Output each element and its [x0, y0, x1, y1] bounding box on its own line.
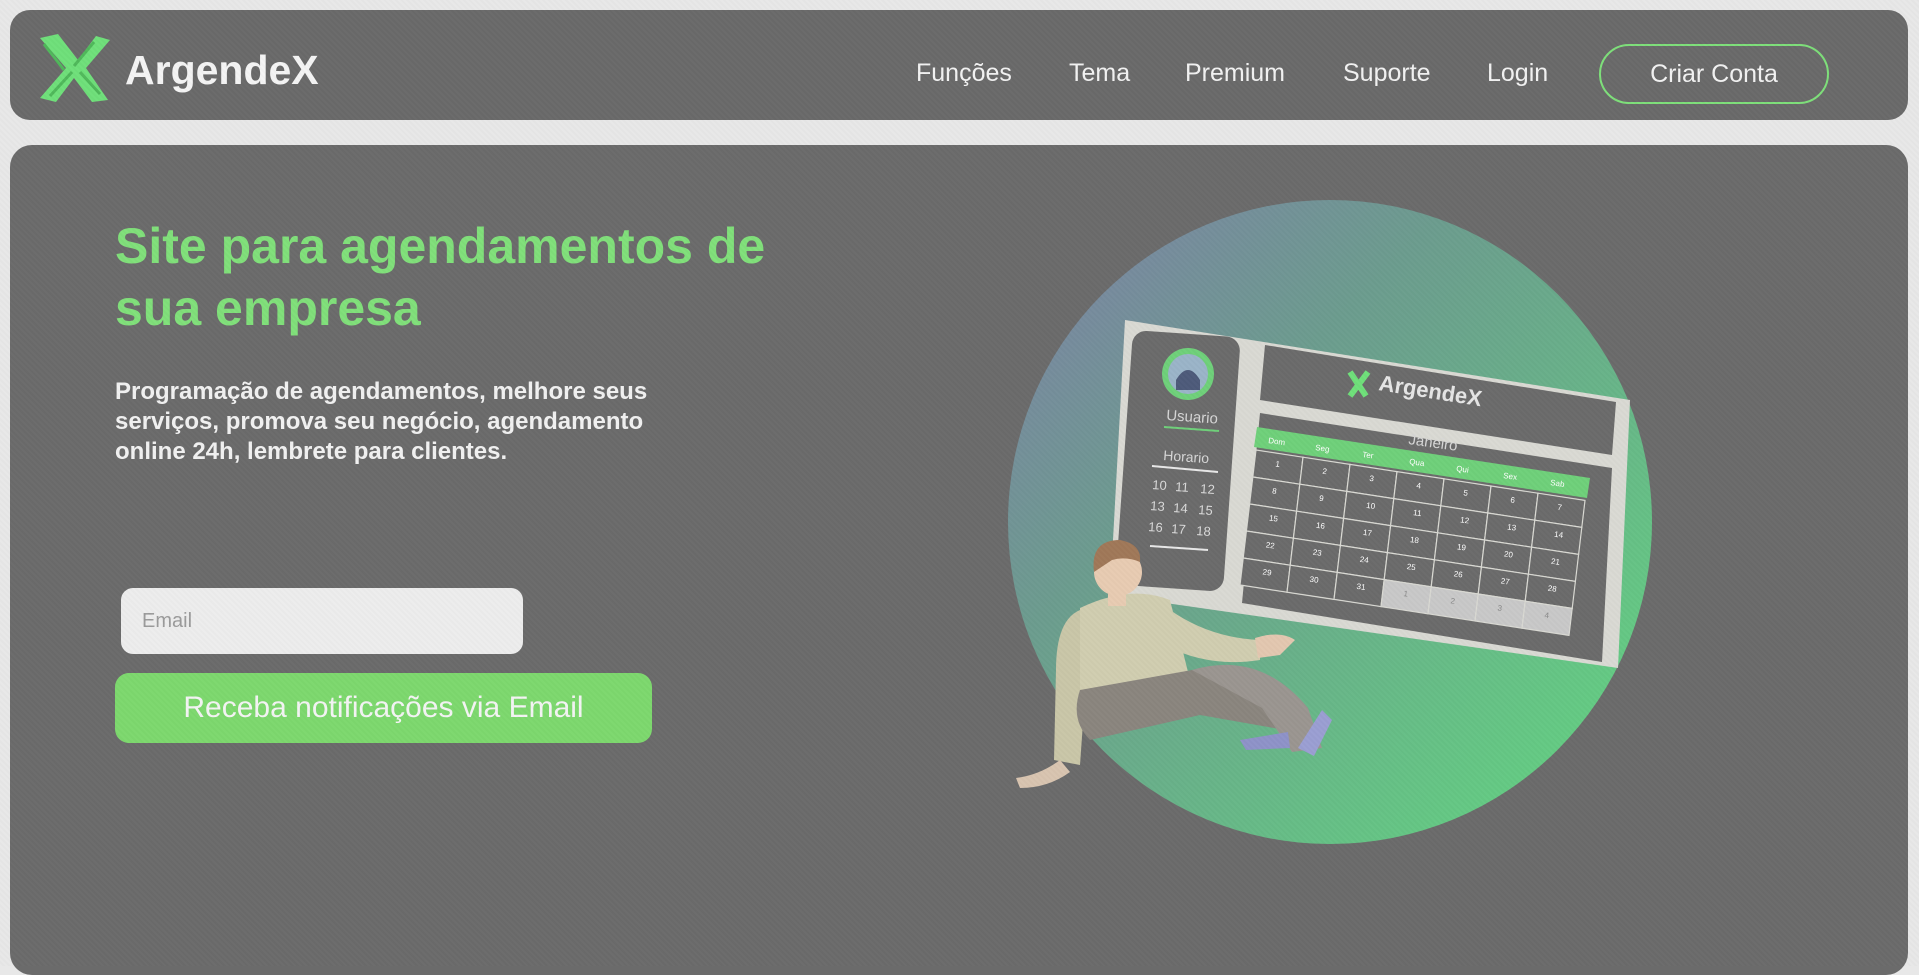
- hour-12: 12: [1200, 481, 1215, 497]
- calendar-day-number: 28: [1547, 584, 1558, 594]
- hour-13: 13: [1150, 498, 1165, 514]
- calendar-day-number: 25: [1406, 562, 1417, 572]
- calendar-day-number: 29: [1262, 567, 1273, 577]
- calendar-day-number: 16: [1315, 521, 1326, 531]
- hour-14: 14: [1173, 500, 1188, 516]
- calendar-day-number: 10: [1366, 501, 1377, 511]
- user-label: Usuario: [1166, 407, 1219, 428]
- email-input[interactable]: [121, 588, 523, 654]
- calendar-day-number: 21: [1550, 557, 1561, 567]
- hour-11: 11: [1175, 479, 1190, 495]
- brand-name[interactable]: ArgendeX: [125, 46, 319, 94]
- hour-10: 10: [1152, 477, 1167, 493]
- calendar-day-number: 12: [1460, 515, 1471, 525]
- calendar-day-number: 17: [1362, 528, 1373, 538]
- calendar-day-number: 24: [1359, 555, 1370, 565]
- weekday-qui: Qui: [1456, 464, 1470, 475]
- calendar-day-number: 19: [1456, 542, 1467, 552]
- calendar-day-number: 14: [1554, 530, 1565, 540]
- calendar-day-number: 15: [1268, 513, 1279, 523]
- calendar-day-number: 23: [1312, 548, 1323, 558]
- nav-link-login[interactable]: Login: [1487, 58, 1548, 88]
- schedule-label: Horario: [1163, 447, 1210, 466]
- calendar-day-number: 22: [1265, 540, 1276, 550]
- hour-18: 18: [1196, 523, 1211, 539]
- hour-16: 16: [1148, 519, 1163, 535]
- green-x-logo-icon[interactable]: [34, 30, 114, 106]
- nav-link-suporte[interactable]: Suporte: [1343, 58, 1431, 88]
- nav-link-tema[interactable]: Tema: [1069, 58, 1130, 88]
- nav-link-funcoes[interactable]: Funções: [916, 58, 1012, 88]
- calendar-day-number: 27: [1500, 576, 1511, 586]
- calendar-day-number: 30: [1309, 575, 1320, 585]
- email-notification-button[interactable]: Receba notificações via Email: [115, 673, 652, 743]
- calendar-day-number: 13: [1507, 522, 1518, 532]
- hour-17: 17: [1171, 521, 1186, 537]
- weekday-ter: Ter: [1362, 450, 1375, 461]
- hero-description: Programação de agendamentos, melhore seu…: [115, 378, 648, 465]
- scheduling-illustration: Usuario Horario 10 11 12 13 14 15 16 17 …: [1008, 200, 1652, 844]
- hero-section: Site para agendamentos de sua empresa Pr…: [10, 145, 1908, 975]
- calendar-day-number: 31: [1356, 582, 1367, 592]
- calendar-day-number: 20: [1503, 549, 1514, 559]
- create-account-button[interactable]: Criar Conta: [1599, 44, 1829, 104]
- weekday-sex: Sex: [1503, 471, 1518, 482]
- nav-link-premium[interactable]: Premium: [1185, 58, 1285, 88]
- hour-15: 15: [1198, 502, 1213, 518]
- top-navbar: ArgendeX Funções Tema Premium Suporte Lo…: [10, 10, 1908, 120]
- calendar-day-number: 18: [1409, 535, 1420, 545]
- calendar-day-number: 26: [1453, 569, 1464, 579]
- hero-title: Site para agendamentos de sua empresa: [115, 218, 766, 336]
